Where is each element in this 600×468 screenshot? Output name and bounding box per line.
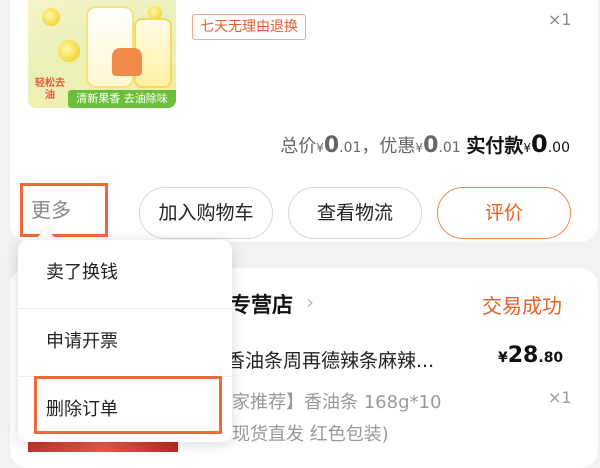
product-price: ¥28.80 (498, 343, 563, 368)
paid-amount-dec: .00 (547, 140, 570, 156)
lemon-graphic (42, 8, 60, 26)
currency-symbol: ¥ (523, 141, 532, 155)
view-logistics-button[interactable]: 查看物流 (288, 187, 422, 239)
quantity-label: ×1 (548, 10, 572, 29)
thumbnail-tag: 轻松去油 (35, 78, 65, 101)
separator: ， (361, 136, 380, 157)
review-button[interactable]: 评价 (437, 187, 571, 239)
product-thumbnail-1[interactable]: 轻松去油 清新果香 去油除味 (28, 0, 176, 108)
return-policy-badge: 七天无理由退换 (192, 14, 306, 40)
currency-symbol: ¥ (498, 350, 508, 366)
price-int: 28 (507, 343, 539, 368)
price-summary: 总价¥0.01，优惠¥0.01 实付款¥0.00 (280, 130, 570, 158)
total-label: 总价 (280, 136, 317, 157)
total-amount-int: 0 (323, 133, 340, 158)
lemon-graphic (58, 40, 80, 62)
store-name[interactable]: 专营店 (230, 289, 293, 319)
quantity-label: ×1 (548, 388, 572, 407)
discount-amount-int: 0 (423, 133, 439, 158)
add-to-cart-button[interactable]: 加入购物车 (139, 187, 273, 239)
cartoon-graphic (112, 48, 142, 76)
discount-amount-dec: .01 (438, 140, 461, 156)
price-dec: .80 (538, 350, 564, 366)
paid-amount-int: 0 (531, 130, 548, 158)
highlight-box (34, 376, 222, 434)
paid-label: 实付款 (466, 135, 524, 157)
order-status: 交易成功 (482, 294, 562, 318)
menu-item-invoice[interactable]: 申请开票 (18, 308, 232, 374)
total-amount-dec: .01 (339, 140, 362, 156)
discount-label: 优惠 (379, 136, 416, 157)
currency-symbol: ¥ (415, 141, 424, 155)
more-button[interactable]: 更多 (20, 183, 108, 237)
product-title[interactable]: 香油条周再德辣条麻辣... (226, 346, 494, 373)
chevron-right-icon[interactable]: › (306, 290, 314, 314)
currency-symbol: ¥ (316, 141, 324, 155)
product-spec: 现货直发 红色包装) (232, 424, 389, 445)
paid-amount: ¥0.00 (523, 130, 570, 158)
thumbnail-banner: 清新果香 去油除味 (68, 90, 176, 108)
product-spec: 家推荐】香油条 168g*10 (232, 392, 442, 413)
menu-item-sell[interactable]: 卖了换钱 (18, 240, 232, 306)
